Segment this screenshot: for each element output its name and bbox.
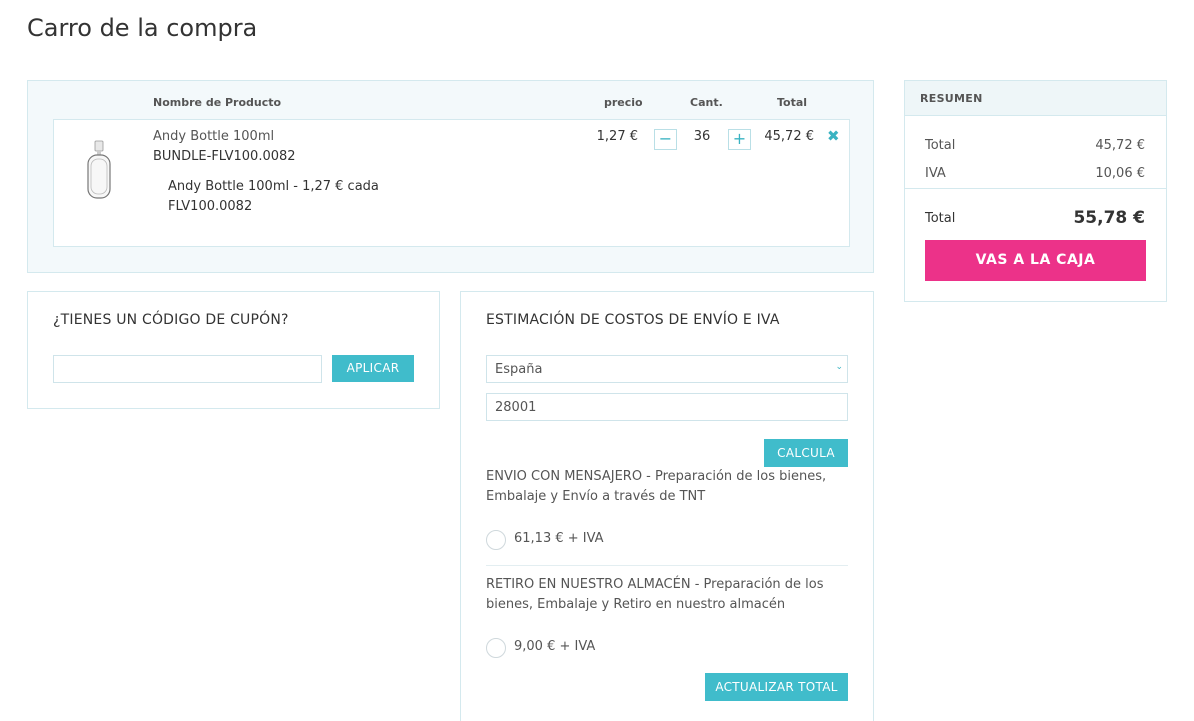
cart-row: Andy Bottle 100ml BUNDLE-FLV100.0082 And… <box>53 119 850 247</box>
order-summary: RESUMEN Total 45,72 € IVA 10,06 € Total … <box>904 80 1167 302</box>
shipping-estimate-box: ESTIMACIÓN DE COSTOS DE ENVÍO E IVA Espa… <box>460 291 874 721</box>
header-product: Nombre de Producto <box>153 96 282 109</box>
checkout-button[interactable]: VAS A LA CAJA <box>925 240 1146 281</box>
country-value: España <box>495 362 543 377</box>
tax-label: IVA <box>925 166 946 181</box>
qty-increase-button[interactable]: + <box>728 129 751 150</box>
header-total: Total <box>777 96 808 109</box>
postcode-input[interactable]: 28001 <box>486 393 848 421</box>
summary-header: RESUMEN <box>905 81 1166 116</box>
country-select[interactable]: España ⌄ <box>486 355 848 383</box>
tax-value: 10,06 € <box>1095 166 1145 181</box>
unit-price: 1,27 € <box>596 129 638 144</box>
product-name[interactable]: Andy Bottle 100ml <box>153 129 274 144</box>
summary-title: RESUMEN <box>920 92 983 105</box>
apply-coupon-button[interactable]: APLICAR <box>332 355 414 382</box>
product-thumbnail[interactable] <box>84 140 114 200</box>
courier-price: 61,13 € + IVA <box>514 531 604 546</box>
page-title: Carro de la compra <box>27 14 258 42</box>
bundle-component-sku: FLV100.0082 <box>168 199 253 214</box>
grand-total-label: Total <box>925 211 956 226</box>
qty-decrease-button[interactable]: − <box>654 129 677 150</box>
cart-table: Nombre de Producto precio Cant. Total An… <box>27 80 874 273</box>
update-total-button[interactable]: ACTUALIZAR TOTAL <box>705 673 848 701</box>
subtotal-value: 45,72 € <box>1095 138 1145 153</box>
subtotal-label: Total <box>925 138 956 153</box>
shipping-method-courier: ENVIO CON MENSAJERO - Preparación de los… <box>486 469 827 504</box>
qty-value[interactable]: 36 <box>684 129 720 144</box>
shipping-method-pickup: RETIRO EN NUESTRO ALMACÉN - Preparación … <box>486 577 824 612</box>
coupon-input[interactable] <box>53 355 322 383</box>
summary-divider <box>905 188 1166 189</box>
line-total: 45,72 € <box>764 129 814 144</box>
pickup-price: 9,00 € + IVA <box>514 639 596 654</box>
grand-total-value: 55,78 € <box>1073 208 1145 228</box>
chevron-down-icon: ⌄ <box>835 362 843 372</box>
radio-courier[interactable] <box>486 530 506 550</box>
method-divider <box>486 565 848 566</box>
header-qty: Cant. <box>690 96 723 109</box>
bundle-component: Andy Bottle 100ml - 1,27 € cada <box>168 179 379 194</box>
product-sku: BUNDLE-FLV100.0082 <box>153 149 296 164</box>
header-price: precio <box>604 96 643 109</box>
radio-pickup[interactable] <box>486 638 506 658</box>
calculate-button[interactable]: CALCULA <box>764 439 848 467</box>
shipping-title: ESTIMACIÓN DE COSTOS DE ENVÍO E IVA <box>486 312 780 328</box>
coupon-title: ¿TIENES UN CÓDIGO DE CUPÓN? <box>53 312 289 328</box>
remove-icon[interactable]: ✖ <box>827 127 840 145</box>
coupon-box: ¿TIENES UN CÓDIGO DE CUPÓN? APLICAR <box>27 291 440 409</box>
